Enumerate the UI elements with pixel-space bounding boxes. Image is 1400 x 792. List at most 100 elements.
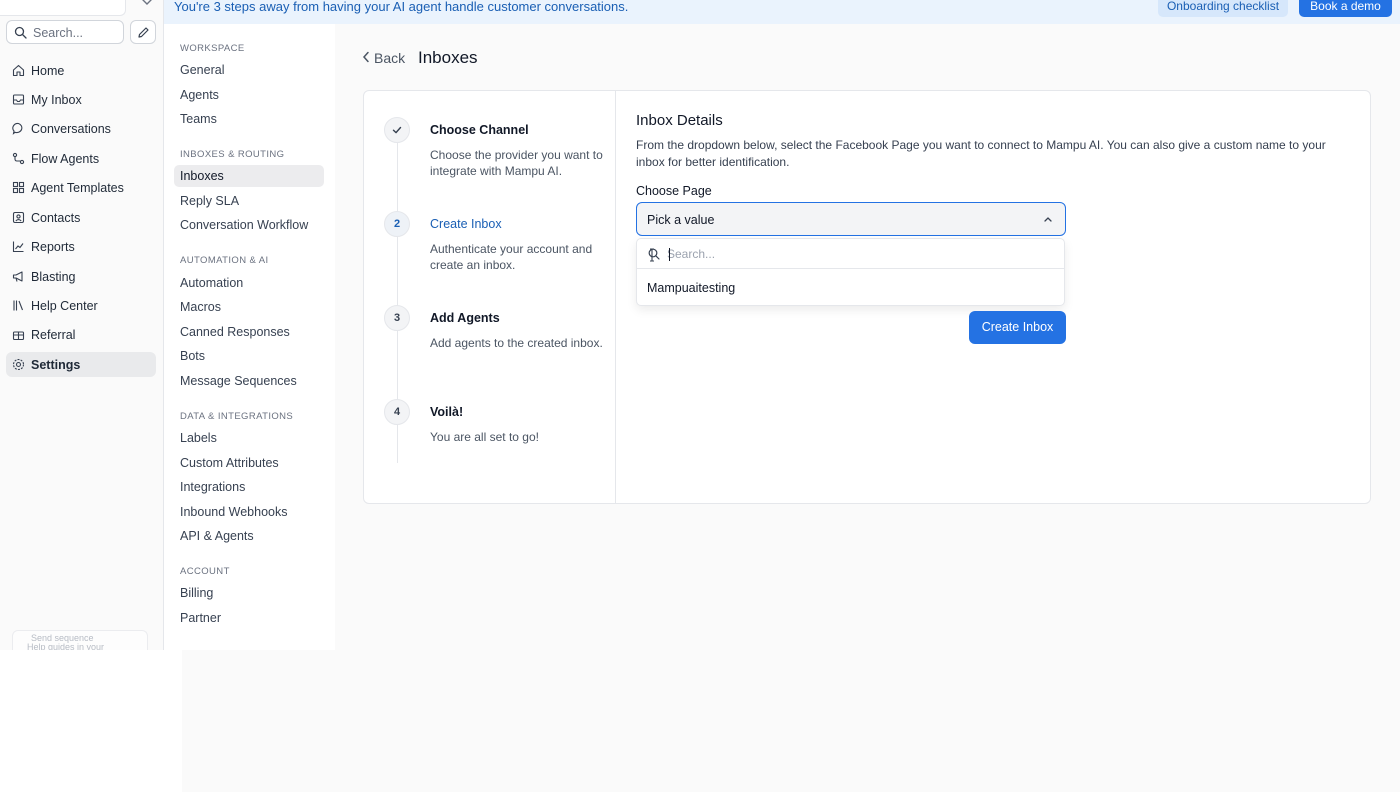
settings-item-label: General: [180, 63, 225, 77]
nav-agent-templates[interactable]: Agent Templates: [6, 175, 156, 200]
section-heading: WORKSPACE: [180, 43, 245, 54]
settings-item-label: Inbound Webhooks: [180, 505, 288, 519]
blank-area: [182, 650, 1400, 792]
flow-icon: [12, 152, 25, 165]
ibeam-cursor-icon: [650, 248, 654, 262]
book-icon: [13, 300, 24, 311]
chevron-down-icon[interactable]: [139, 0, 155, 11]
nav-label: Help Center: [31, 299, 98, 313]
app-sidebar: Search... Home My Inbox Conversations Fl…: [0, 0, 164, 652]
nav-reports[interactable]: Reports: [6, 234, 156, 259]
pencil-icon: [138, 27, 149, 38]
step-title: Voilà!: [430, 405, 464, 419]
nav-referral[interactable]: Referral: [6, 322, 156, 347]
contact-card-icon: [12, 211, 25, 224]
blank-area: [0, 650, 182, 792]
option-label: Mampuaitesting: [647, 281, 736, 295]
onboarding-checklist-button[interactable]: Onboarding checklist: [1158, 0, 1288, 17]
nav-label: Reports: [31, 240, 75, 254]
settings-item-inbound-webhooks[interactable]: Inbound Webhooks: [174, 501, 324, 523]
nav-label: Home: [31, 64, 65, 78]
nav-label: Settings: [31, 358, 81, 372]
settings-item-label: Conversation Workflow: [180, 218, 309, 232]
settings-item-label: Bots: [180, 349, 206, 363]
inbox-details-panel: Inbox Details From the dropdown below, s…: [636, 91, 1356, 503]
nav-conversations[interactable]: Conversations: [6, 116, 156, 141]
settings-item-automation[interactable]: Automation: [174, 272, 324, 294]
back-label: Back: [374, 50, 406, 66]
compose-button[interactable]: [130, 20, 156, 44]
settings-item-inboxes[interactable]: Inboxes: [174, 165, 324, 187]
settings-item-conversation-workflow[interactable]: Conversation Workflow: [174, 214, 324, 236]
settings-item-label: Teams: [180, 112, 217, 126]
settings-item-reply-sla[interactable]: Reply SLA: [174, 190, 324, 212]
dropdown-search-input[interactable]: [667, 245, 1047, 263]
settings-item-label: Macros: [180, 300, 221, 314]
nav-settings[interactable]: Settings: [6, 352, 156, 377]
inbox-details-description: From the dropdown below, select the Face…: [636, 138, 1326, 169]
page-title: Inboxes: [418, 48, 478, 67]
nav-contacts[interactable]: Contacts: [6, 205, 156, 230]
sidebar-search-input[interactable]: Search...: [6, 20, 124, 44]
step-marker: 2: [384, 211, 410, 237]
section-heading: DATA & INTEGRATIONS: [180, 411, 294, 422]
gift-icon: [12, 331, 25, 341]
dropdown-search: [637, 239, 1064, 269]
settings-item-labels[interactable]: Labels: [174, 427, 324, 449]
settings-item-label: Reply SLA: [180, 194, 240, 208]
step-description: Authenticate your account and create an …: [430, 242, 593, 272]
workspace-switcher[interactable]: [0, 0, 126, 16]
nav-flow-agents[interactable]: Flow Agents: [6, 146, 156, 171]
settings-item-label: Agents: [180, 88, 219, 102]
choose-page-label: Choose Page: [636, 184, 712, 198]
create-inbox-button[interactable]: Create Inbox: [969, 311, 1066, 344]
nav-label: Contacts: [31, 211, 81, 225]
settings-item-label: Billing: [180, 586, 214, 600]
step-description: You are all set to go!: [430, 430, 539, 444]
settings-item-billing[interactable]: Billing: [174, 582, 324, 604]
settings-item-label: Canned Responses: [180, 325, 290, 339]
settings-item-bots[interactable]: Bots: [174, 345, 324, 367]
step-title: Add Agents: [430, 311, 500, 325]
settings-item-partner[interactable]: Partner: [174, 607, 324, 629]
step-marker: 4: [384, 399, 410, 425]
settings-item-label: Inboxes: [180, 169, 224, 183]
dropdown-option[interactable]: Mampuaitesting: [637, 276, 1064, 300]
grid-icon: [12, 181, 25, 194]
settings-item-teams[interactable]: Teams: [174, 108, 324, 130]
choose-page-select[interactable]: Pick a value: [636, 202, 1066, 236]
settings-nav: WORKSPACE General Agents Teams INBOXES &…: [165, 24, 335, 650]
settings-item-message-sequences[interactable]: Message Sequences: [174, 370, 324, 392]
nav-help-center[interactable]: Help Center: [6, 293, 156, 318]
nav-my-inbox[interactable]: My Inbox: [6, 87, 156, 112]
faded-popup-card: Send sequence Help guides in your: [12, 630, 148, 652]
nav-label: Conversations: [31, 122, 111, 136]
nav-home[interactable]: Home: [6, 58, 156, 83]
nav-blasting[interactable]: Blasting: [6, 264, 156, 289]
nav-label: Blasting: [31, 270, 76, 284]
nav-label: My Inbox: [31, 93, 82, 107]
book-demo-button[interactable]: Book a demo: [1299, 0, 1392, 17]
settings-item-canned-responses[interactable]: Canned Responses: [174, 321, 324, 343]
settings-item-label: Partner: [180, 611, 221, 625]
settings-item-label: API & Agents: [180, 529, 254, 543]
inbox-details-title: Inbox Details: [636, 112, 723, 129]
trend-chart-icon: [12, 241, 24, 253]
section-heading: AUTOMATION & AI: [180, 255, 269, 266]
settings-item-custom-attributes[interactable]: Custom Attributes: [174, 452, 324, 474]
settings-item-api-agents[interactable]: API & Agents: [174, 525, 324, 547]
settings-item-general[interactable]: General: [174, 59, 324, 81]
text-caret: [669, 248, 670, 261]
section-heading: ACCOUNT: [180, 566, 230, 577]
settings-item-integrations[interactable]: Integrations: [174, 476, 324, 498]
steps-panel: Choose Channel Choose the provider you w…: [364, 91, 616, 503]
step-description: Choose the provider you want to integrat…: [430, 148, 603, 178]
banner-text: You're 3 steps away from having your AI …: [174, 0, 629, 14]
inbox-icon: [12, 94, 25, 105]
settings-item-macros[interactable]: Macros: [174, 296, 324, 318]
step-marker: 3: [384, 305, 410, 331]
settings-item-agents[interactable]: Agents: [174, 84, 324, 106]
settings-item-label: Message Sequences: [180, 374, 297, 388]
check-icon: [392, 126, 402, 134]
chevron-up-icon: [1044, 217, 1052, 222]
